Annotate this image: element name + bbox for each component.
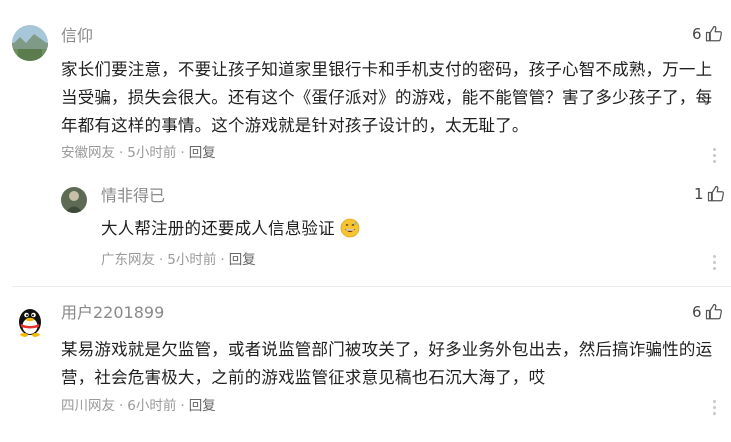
- username[interactable]: 情非得已: [101, 186, 165, 206]
- thumbs-up-icon: [705, 25, 722, 42]
- location: 安徽网友: [61, 145, 115, 161]
- reply-button[interactable]: 回复: [229, 251, 256, 269]
- separator: ·: [180, 398, 185, 414]
- separator: ·: [119, 398, 124, 414]
- comment-line: 某易游戏就是欠监管，或者说监管部门被攻关了，好多业务外包出去，然后搞诈骗性的运: [61, 340, 713, 359]
- username[interactable]: 用户2201899: [61, 303, 164, 323]
- avatar[interactable]: [61, 187, 87, 213]
- comment-text: 某易游戏就是欠监管，或者说监管部门被攻关了，好多业务外包出去，然后搞诈骗性的运 …: [61, 336, 712, 392]
- comment-line: 营，社会危害极大，之前的游戏监管征求意见稿也石沉大海了，哎: [61, 368, 546, 387]
- separator: ·: [180, 145, 185, 161]
- comment-text: 大人帮注册的还要成人信息验证: [101, 215, 360, 243]
- comment-line: 当受骗，损失会很大。还有这个《蛋仔派对》的游戏，能不能管管？害了多少孩子了，每: [61, 88, 713, 107]
- separator: ·: [220, 252, 225, 268]
- like-count: 1: [694, 185, 704, 203]
- comment-line: 家长们要注意，不要让孩子知道家里银行卡和手机支付的密码，孩子心智不成熟，万一上: [61, 60, 713, 79]
- like-count: 6: [692, 303, 702, 321]
- location: 四川网友: [61, 398, 115, 414]
- comment-meta: 安徽网友 · 5小时前 · 回复: [61, 144, 216, 162]
- penguin-icon: [12, 302, 48, 338]
- timestamp: 6小时前: [127, 398, 177, 414]
- avatar-photo-image: [61, 187, 87, 213]
- separator: ·: [159, 252, 164, 268]
- reply-button[interactable]: 回复: [189, 397, 216, 415]
- separator: ·: [119, 145, 124, 161]
- thumbs-up-icon: [705, 303, 722, 320]
- avatar-landscape-image: [12, 25, 48, 61]
- location: 广东网友: [101, 252, 155, 268]
- comment-meta: 广东网友 · 5小时前 · 回复: [101, 251, 256, 269]
- divider: [12, 286, 731, 287]
- comment-line: 年都有这样的事情。这个游戏就是针对孩子设计的，太无耻了。: [61, 116, 529, 135]
- timestamp: 5小时前: [167, 252, 217, 268]
- more-vertical-icon[interactable]: [712, 255, 716, 270]
- like-button[interactable]: 6: [692, 302, 723, 322]
- reply-button[interactable]: 回复: [189, 144, 216, 162]
- comment-line: 大人帮注册的还要成人信息验证: [101, 215, 360, 243]
- like-button[interactable]: 1: [694, 184, 725, 204]
- timestamp: 5小时前: [127, 145, 177, 161]
- grinning-sweat-emoji: [340, 218, 360, 238]
- avatar[interactable]: [12, 302, 48, 338]
- like-count: 6: [692, 25, 702, 43]
- thumbs-up-icon: [707, 185, 724, 202]
- comment-line-text: 大人帮注册的还要成人信息验证: [101, 219, 335, 238]
- comment-meta: 四川网友 · 6小时前 · 回复: [61, 397, 216, 415]
- more-vertical-icon[interactable]: [712, 148, 716, 163]
- avatar[interactable]: [12, 25, 48, 61]
- comment-text: 家长们要注意，不要让孩子知道家里银行卡和手机支付的密码，孩子心智不成熟，万一上 …: [61, 56, 712, 140]
- like-button[interactable]: 6: [692, 24, 723, 44]
- more-vertical-icon[interactable]: [712, 400, 716, 415]
- username[interactable]: 信仰: [61, 26, 93, 46]
